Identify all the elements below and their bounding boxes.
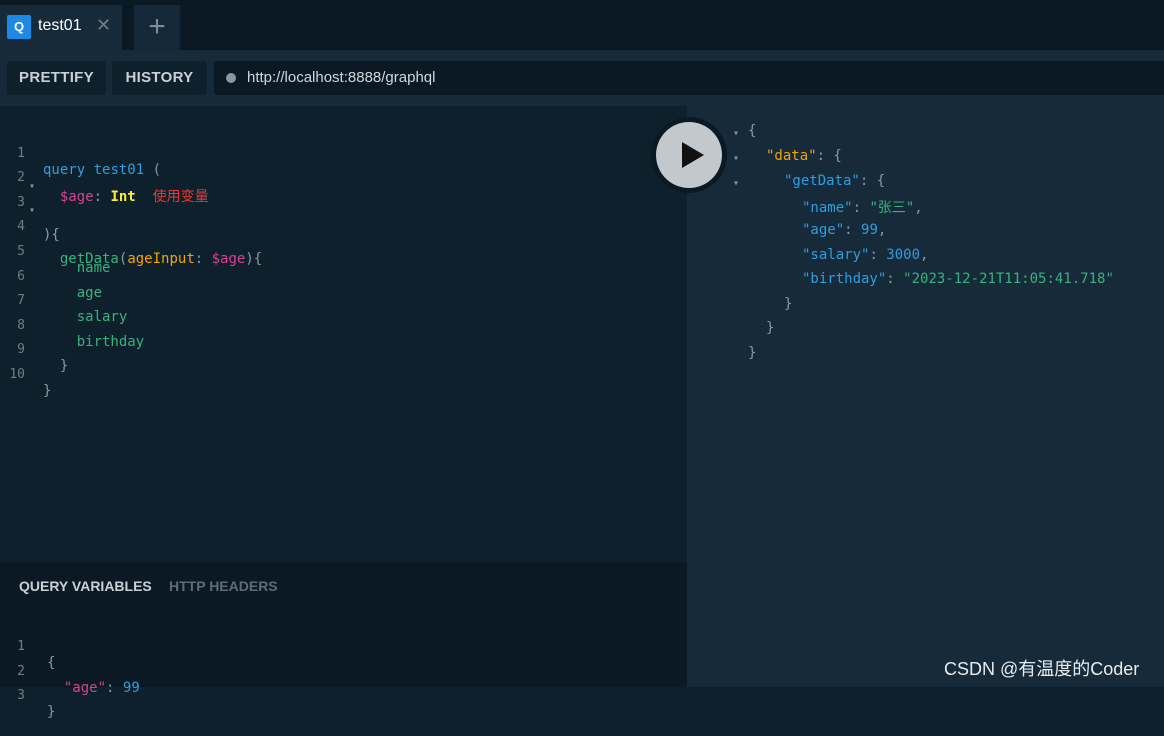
query-keyword: query — [43, 162, 86, 178]
salary-value: 3000 — [886, 247, 921, 263]
result-line: "birthday": "2023-12-21T11:05:41.718" — [802, 271, 1114, 295]
comma: , — [914, 200, 923, 216]
result-line: "getData": { — [784, 173, 885, 197]
result-line: "name": "张三", — [802, 197, 923, 221]
close-brace: } — [47, 704, 56, 720]
query-tab-icon: Q — [7, 15, 31, 39]
editor-line: 10 } — [0, 351, 51, 399]
colon-brace: : { — [859, 173, 886, 189]
result-line: } — [784, 296, 792, 320]
field-name: name — [76, 260, 111, 276]
arg-close: ){ — [245, 251, 263, 267]
age-value: 99 — [861, 222, 878, 238]
result-line: "age": 99, — [802, 222, 886, 246]
close-brace: } — [59, 358, 69, 374]
arg-colon: : — [194, 251, 204, 267]
birthday-key: "birthday" — [802, 271, 887, 287]
colon-brace: : { — [816, 148, 842, 164]
endpoint-url-input[interactable]: http://localhost:8888/graphql — [214, 61, 1164, 95]
arg-variable: $age — [211, 251, 246, 267]
editor-line: 3 } — [0, 672, 55, 720]
editor-line: 4 ▾ getData(ageInput: $age){ — [0, 203, 262, 267]
close-brace: } — [784, 296, 793, 312]
data-key: "data" — [766, 148, 817, 164]
fold-arrow-icon[interactable]: ▾ — [29, 205, 35, 216]
editor-line: 1 query test01 ( — [0, 130, 161, 178]
close-icon[interactable]: ✕ — [96, 15, 111, 36]
result-panel: ▾ { ▾ "data": { ▾ "getData": { "name": "… — [687, 106, 1164, 687]
getData-key: "getData" — [784, 173, 860, 189]
field-salary: salary — [76, 309, 128, 325]
annotation-text: 使用变量 — [152, 188, 209, 204]
editor-line: 5 name — [0, 228, 110, 276]
play-icon — [682, 142, 704, 168]
variable-key: "age" — [63, 680, 107, 696]
close-brace: } — [43, 383, 52, 399]
name-value: "张三" — [869, 200, 915, 216]
endpoint-url-text: http://localhost:8888/graphql — [247, 69, 436, 86]
line-number: 3 — [17, 688, 25, 703]
tab-query-variables[interactable]: QUERY VARIABLES — [19, 578, 152, 594]
editor-line: 2 "age": 99 — [0, 648, 140, 696]
toolbar: PRETTIFY HISTORY http://localhost:8888/g… — [0, 50, 1164, 106]
age-key: "age" — [802, 222, 845, 238]
colon: : — [869, 247, 887, 263]
history-button[interactable]: HISTORY — [112, 61, 207, 95]
editor-line: 9 } — [0, 326, 68, 374]
tab-http-headers[interactable]: HTTP HEADERS — [169, 578, 278, 594]
editor-line: 7 salary — [0, 277, 127, 325]
line-number: 10 — [9, 367, 25, 382]
field-age: age — [76, 285, 103, 301]
comma: , — [920, 247, 929, 263]
editor-line: 2 $age: Int 使用变量 — [0, 154, 208, 205]
variable-name: $age — [59, 189, 94, 205]
fold-arrow-icon[interactable]: ▾ — [29, 181, 35, 192]
tab-bar: Q test01 ✕ + — [0, 0, 1164, 50]
close-paren-brace: ){ — [43, 227, 60, 243]
colon: : — [886, 271, 904, 287]
salary-key: "salary" — [802, 247, 870, 263]
name-key: "name" — [802, 200, 853, 216]
operation-name: test01 — [93, 162, 145, 178]
fold-arrow-icon[interactable]: ▾ — [733, 153, 739, 164]
arg-name: ageInput — [127, 251, 195, 267]
close-brace: } — [748, 345, 757, 361]
colon: : — [844, 222, 862, 238]
result-line: } — [766, 320, 774, 344]
colon: : — [106, 680, 115, 696]
result-line: { — [748, 123, 756, 147]
variables-panel: QUERY VARIABLES HTTP HEADERS 1 { 2 "age"… — [0, 562, 687, 720]
field-birthday: birthday — [76, 334, 145, 350]
tab-title: test01 — [38, 17, 82, 34]
result-line: "data": { — [766, 148, 842, 172]
close-brace: } — [766, 320, 775, 336]
editor-line: 6 age — [0, 253, 102, 301]
birthday-value: "2023-12-21T11:05:41.718" — [903, 271, 1114, 287]
fold-arrow-icon[interactable]: ▾ — [733, 128, 739, 139]
open-brace: { — [748, 123, 757, 139]
variable-value: 99 — [122, 680, 140, 696]
result-line: } — [748, 345, 756, 369]
play-button-face — [656, 122, 722, 188]
comma: , — [877, 222, 887, 238]
open-paren: ( — [152, 162, 162, 178]
editor-line: 3 ▾ ){ — [0, 179, 60, 243]
watermark: CSDN @有温度的Coder — [944, 659, 1140, 679]
colon: : — [93, 189, 103, 205]
prettify-button[interactable]: PRETTIFY — [7, 61, 106, 95]
query-editor[interactable]: 1 query test01 ( 2 $age: Int 使用变量 3 ▾ ){… — [0, 106, 687, 562]
colon: : — [852, 200, 870, 216]
execute-query-button[interactable] — [651, 117, 727, 193]
result-line: "salary": 3000, — [802, 247, 928, 271]
tab-test01[interactable]: Q test01 ✕ — [0, 5, 122, 50]
editor-line: 1 { — [0, 623, 55, 671]
fold-arrow-icon[interactable]: ▾ — [733, 178, 739, 189]
status-dot-icon — [226, 73, 236, 83]
type-name: Int — [110, 189, 136, 205]
add-tab-button[interactable]: + — [134, 5, 180, 50]
editor-line: 8 birthday — [0, 302, 144, 350]
